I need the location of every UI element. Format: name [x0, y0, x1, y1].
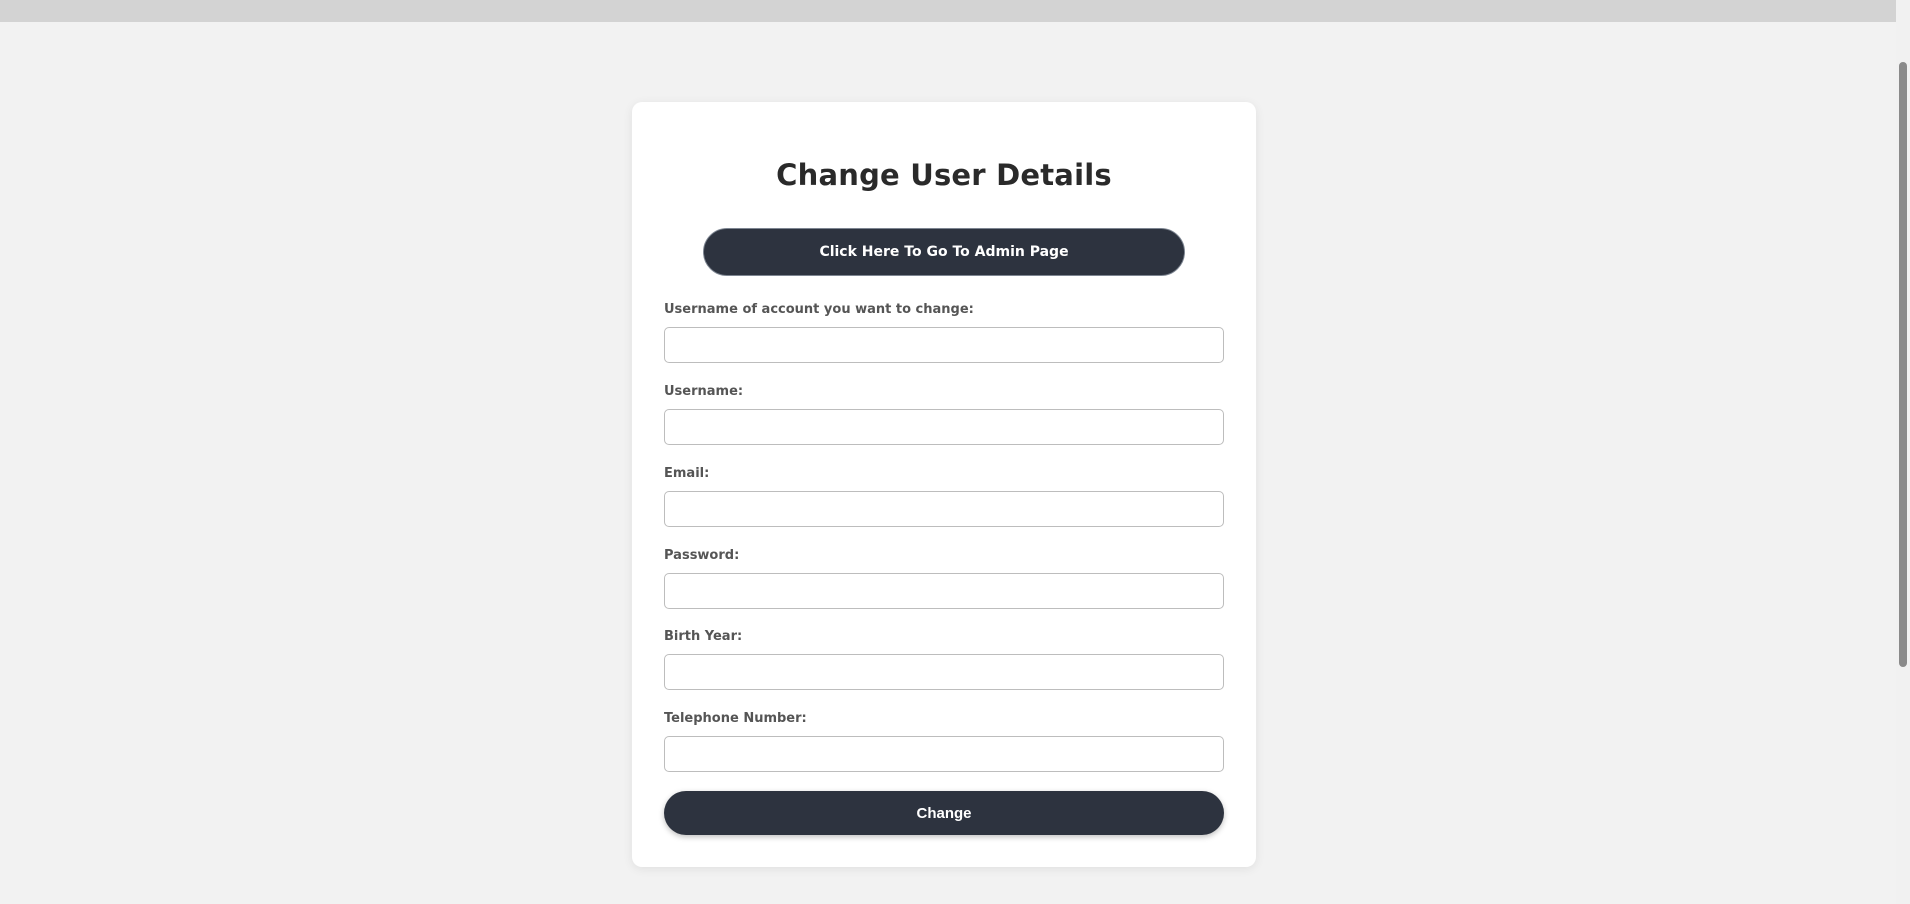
email-input[interactable] [664, 491, 1224, 527]
birth-year-label: Birth Year: [664, 629, 743, 644]
username-label: Username: [664, 384, 744, 399]
change-submit-button[interactable]: Change [664, 791, 1224, 835]
go-to-admin-page-button[interactable]: Click Here To Go To Admin Page [703, 228, 1185, 276]
target-username-input[interactable] [664, 327, 1224, 363]
password-input[interactable] [664, 573, 1224, 609]
email-label: Email: [664, 466, 710, 481]
browser-top-bar [0, 0, 1910, 22]
page-title: Change User Details [776, 158, 1112, 192]
birth-year-input[interactable] [664, 654, 1224, 690]
username-input[interactable] [664, 409, 1224, 445]
scrollbar-thumb[interactable] [1899, 62, 1907, 667]
telephone-number-label: Telephone Number: [664, 711, 807, 726]
target-username-label: Username of account you want to change: [664, 302, 974, 317]
page-scrollbar[interactable] [1896, 0, 1910, 904]
telephone-number-input[interactable] [664, 736, 1224, 772]
password-label: Password: [664, 548, 740, 563]
change-user-form-card: Change User Details Click Here To Go To … [632, 102, 1256, 867]
